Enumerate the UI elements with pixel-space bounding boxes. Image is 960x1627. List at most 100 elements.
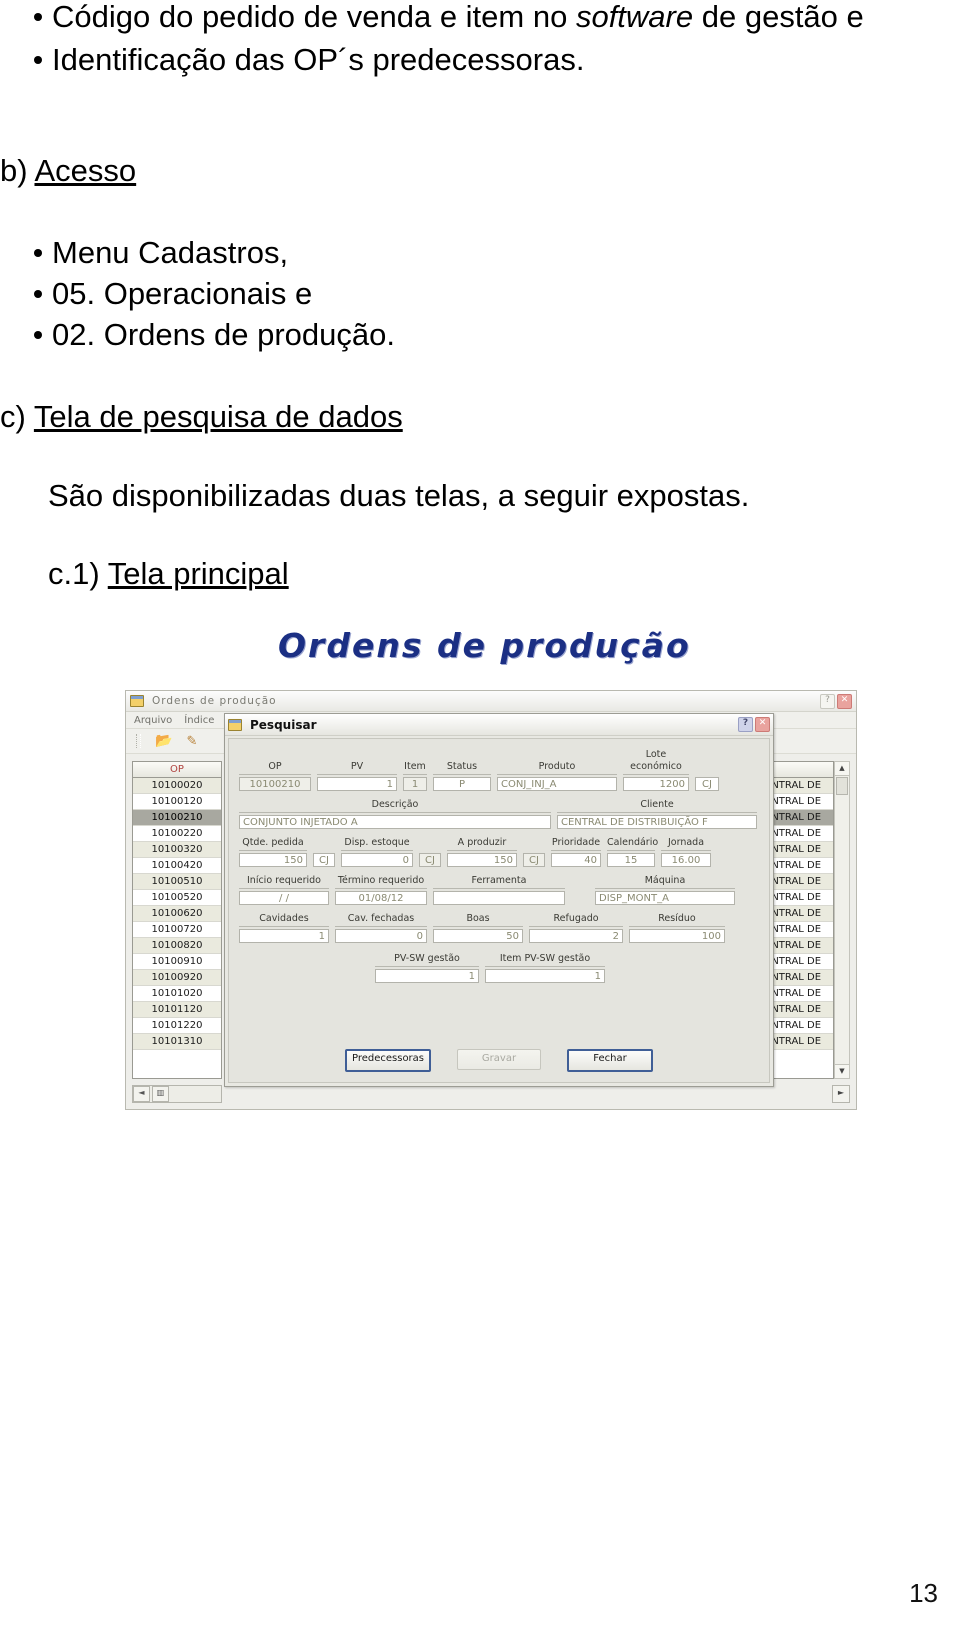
- bullet-text-pre: Código do pedido de venda e item no: [52, 0, 576, 34]
- table-row[interactable]: 10100320: [133, 842, 221, 858]
- field-label: PV: [317, 761, 397, 775]
- disp-estoque-input[interactable]: 0: [341, 853, 413, 867]
- refugado-input[interactable]: 2: [529, 929, 623, 943]
- status-input[interactable]: P: [433, 777, 491, 791]
- termino-requerido-input[interactable]: 01/08/12: [335, 891, 427, 905]
- application-screenshot: Ordens de produção ? ✕ Arquivo Índice 📂 …: [125, 690, 857, 1110]
- field-prioridade: Prioridade 40: [551, 837, 601, 867]
- maquina-input[interactable]: DISP_MONT_A: [595, 891, 735, 905]
- field-produzir-unit: CJ: [523, 838, 545, 867]
- bullet-list-top: Código do pedido de venda e item no soft…: [0, 0, 930, 80]
- menu-item-arquivo[interactable]: Arquivo: [134, 715, 172, 726]
- field-label: Prioridade: [551, 837, 601, 851]
- scrollbar-thumb[interactable]: [836, 777, 848, 795]
- prioridade-input[interactable]: 40: [551, 853, 601, 867]
- cavidades-input[interactable]: 1: [239, 929, 329, 943]
- item-pv-sw-gestao-input[interactable]: 1: [485, 969, 605, 983]
- form-row-datas: Início requerido / / Término requerido 0…: [239, 875, 769, 905]
- field-boas: Boas 50: [433, 913, 523, 943]
- fechar-button[interactable]: Fechar: [567, 1049, 653, 1072]
- table-row[interactable]: 10100920: [133, 970, 221, 986]
- table-row[interactable]: 10101310: [133, 1034, 221, 1050]
- cav-fechadas-input[interactable]: 0: [335, 929, 427, 943]
- scroll-right-icon[interactable]: ►: [832, 1085, 850, 1103]
- jornada-input[interactable]: 16.00: [661, 853, 711, 867]
- table-row[interactable]: 10101020: [133, 986, 221, 1002]
- lote-unit-input[interactable]: CJ: [695, 777, 719, 791]
- field-pv-sw-gestao: PV-SW gestão 1: [375, 953, 479, 983]
- table-row[interactable]: 10100020: [133, 778, 221, 794]
- qtde-pedida-input[interactable]: 150: [239, 853, 307, 867]
- dialog-title-text: Pesquisar: [250, 717, 317, 732]
- table-row[interactable]: 10101120: [133, 1002, 221, 1018]
- op-list-grid[interactable]: OP 10100020 10100120 10100210 10100220 10100…: [132, 761, 222, 1079]
- field-label: Lote económico: [623, 749, 689, 775]
- bullet-text: Identificação das OP´s predecessoras.: [52, 42, 585, 77]
- toolbar-grip[interactable]: [136, 734, 141, 748]
- section-c1-marker: c.1): [48, 556, 100, 591]
- boas-input[interactable]: 50: [433, 929, 523, 943]
- field-label-spacer: [695, 762, 719, 775]
- produto-input[interactable]: CONJ_INJ_A: [497, 777, 617, 791]
- calendario-input[interactable]: 15: [607, 853, 655, 867]
- list-item: 02. Ordens de produção.: [0, 314, 930, 355]
- field-termino-requerido: Término requerido 01/08/12: [335, 875, 427, 905]
- table-row[interactable]: 10100820: [133, 938, 221, 954]
- field-label: Boas: [433, 913, 523, 927]
- table-row[interactable]: 10100210: [133, 810, 221, 826]
- bullet-text: 02. Ordens de produção.: [52, 317, 395, 352]
- ferramenta-input[interactable]: [433, 891, 565, 905]
- open-folder-icon[interactable]: 📂: [155, 734, 172, 748]
- cliente-input[interactable]: CENTRAL DE DISTRIBUIÇÃO F: [557, 815, 757, 829]
- menu-item-indice[interactable]: Índice: [184, 715, 214, 726]
- figure-wordart-title: Ordens de produção: [278, 626, 691, 665]
- section-b-heading: b) Acesso: [0, 150, 136, 192]
- table-row[interactable]: 10100620: [133, 906, 221, 922]
- close-icon[interactable]: ✕: [837, 693, 852, 709]
- field-lote-economico: Lote económico 1200: [623, 749, 689, 791]
- residuo-input[interactable]: 100: [629, 929, 725, 943]
- produzir-unit-input[interactable]: CJ: [523, 853, 545, 867]
- scroll-left-icon[interactable]: ◄: [133, 1086, 150, 1102]
- table-row[interactable]: 10100720: [133, 922, 221, 938]
- field-label: A produzir: [447, 837, 517, 851]
- qtde-unit-input[interactable]: CJ: [313, 853, 335, 867]
- dialog-close-icon[interactable]: ✕: [755, 717, 770, 732]
- field-label: Produto: [497, 761, 617, 775]
- pencil-icon[interactable]: ✎: [186, 735, 197, 748]
- field-label: Status: [433, 761, 491, 775]
- table-row[interactable]: 10100120: [133, 794, 221, 810]
- op-input[interactable]: 10100210: [239, 777, 311, 791]
- table-row[interactable]: 10101220: [133, 1018, 221, 1034]
- table-row[interactable]: 10100510: [133, 874, 221, 890]
- disp-unit-input[interactable]: CJ: [419, 853, 441, 867]
- scroll-up-icon[interactable]: ▲: [835, 762, 849, 776]
- form-row-identificacao: OP 10100210 PV 1 Item 1 Status P Produto…: [239, 749, 769, 791]
- table-row[interactable]: 10100910: [133, 954, 221, 970]
- help-icon[interactable]: ?: [820, 693, 835, 709]
- inicio-requerido-input[interactable]: / /: [239, 891, 329, 905]
- vertical-scrollbar[interactable]: ▲ ▼: [834, 761, 850, 1079]
- pv-input[interactable]: 1: [317, 777, 397, 791]
- dialog-title-bar: Pesquisar ? ✕: [225, 714, 773, 736]
- section-c-marker: c): [0, 399, 26, 434]
- section-b-title: Acesso: [34, 153, 137, 188]
- pv-sw-gestao-input[interactable]: 1: [375, 969, 479, 983]
- item-input[interactable]: 1: [403, 777, 427, 791]
- scroll-down-icon[interactable]: ▼: [835, 1064, 849, 1078]
- grid-resize-icon[interactable]: ▥: [152, 1086, 169, 1102]
- lote-input[interactable]: 1200: [623, 777, 689, 791]
- descricao-input[interactable]: CONJUNTO INJETADO A: [239, 815, 551, 829]
- table-row[interactable]: 10100420: [133, 858, 221, 874]
- table-row[interactable]: 10100220: [133, 826, 221, 842]
- field-label: Jornada: [661, 837, 711, 851]
- field-pv: PV 1: [317, 761, 397, 791]
- field-label-spacer: [419, 838, 441, 851]
- page-number: 13: [909, 1578, 938, 1608]
- predecessoras-button[interactable]: Predecessoras: [345, 1049, 431, 1072]
- paragraph-text: São disponibilizadas duas telas, a segui…: [48, 478, 750, 513]
- field-label: Início requerido: [239, 875, 329, 889]
- a-produzir-input[interactable]: 150: [447, 853, 517, 867]
- dialog-help-icon[interactable]: ?: [738, 717, 753, 732]
- table-row[interactable]: 10100520: [133, 890, 221, 906]
